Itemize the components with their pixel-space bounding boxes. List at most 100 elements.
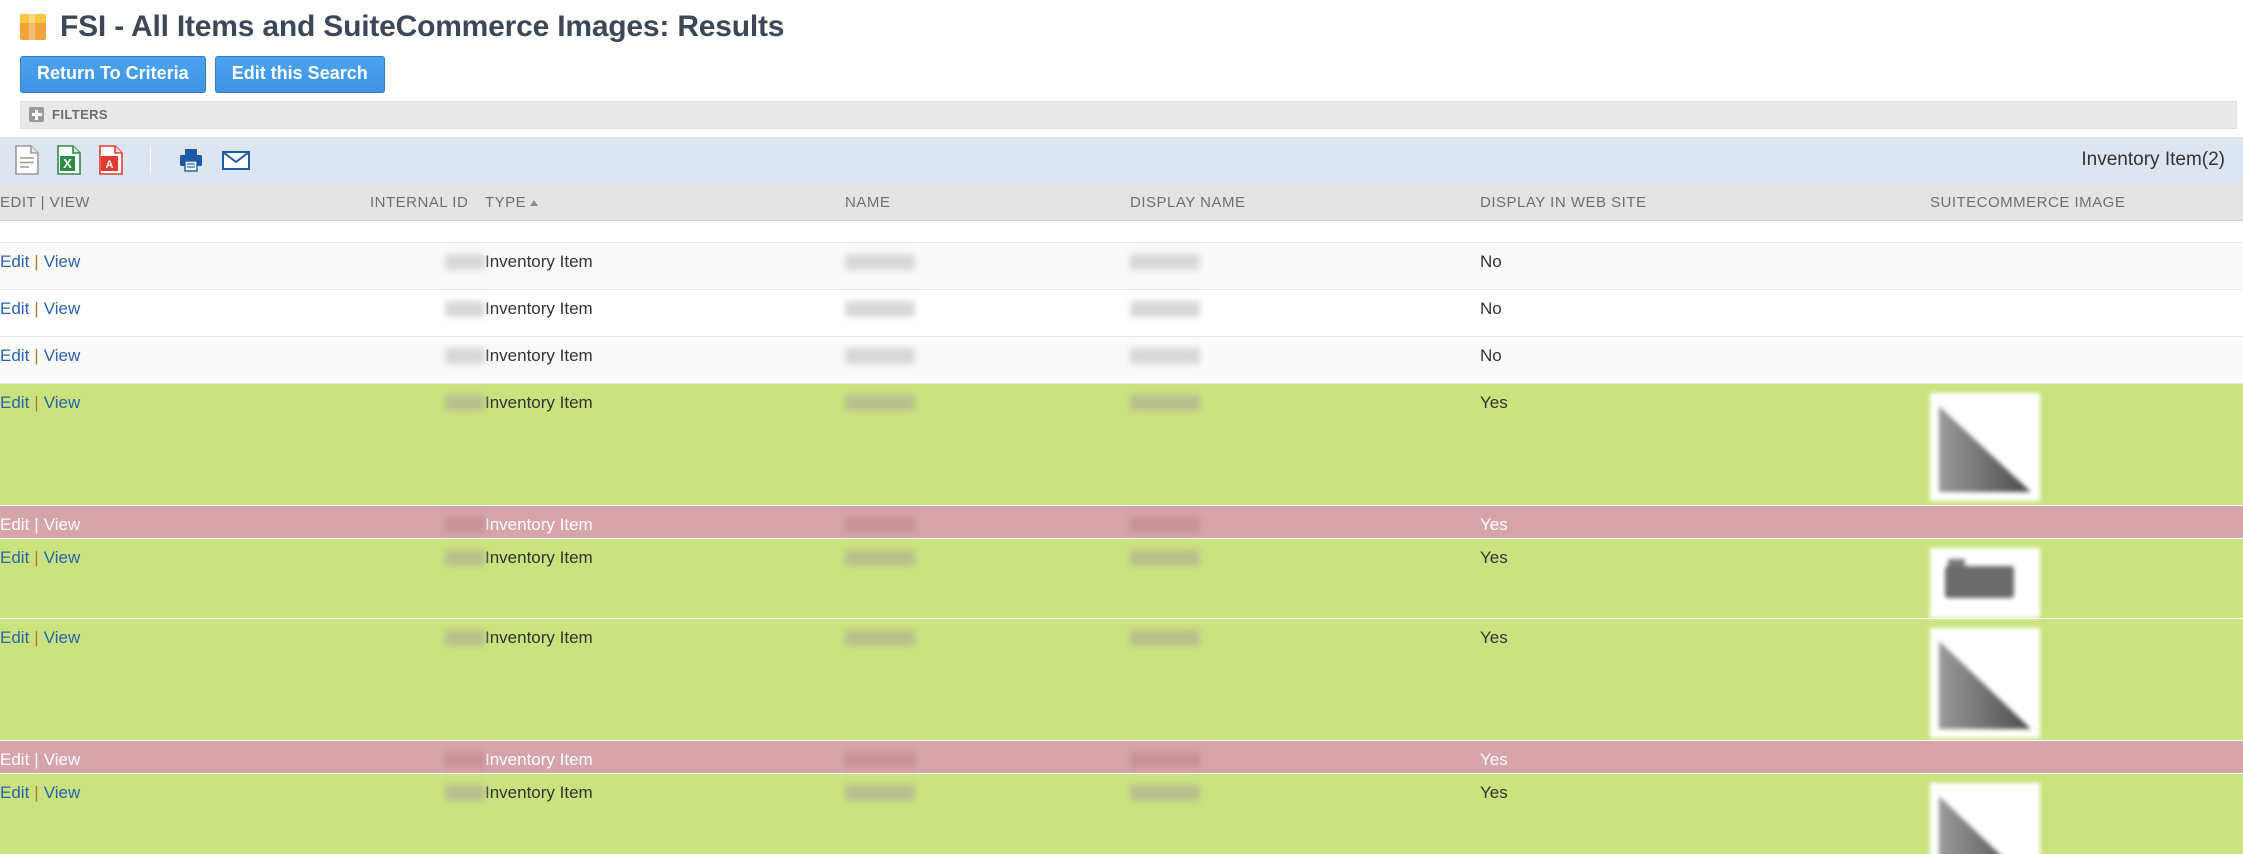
view-link[interactable]: View [44,346,81,365]
edit-link[interactable]: Edit [0,252,29,271]
edit-link[interactable]: Edit [0,628,29,647]
display-name-value-redacted [1130,253,1200,270]
edit-link[interactable]: Edit [0,515,29,534]
table-row[interactable]: Edit | View Inventory Item Yes [0,383,2243,506]
name-value-redacted [845,300,915,317]
pdf-export-icon[interactable]: A [98,145,124,176]
edit-link[interactable]: Edit [0,750,29,769]
column-header-display-in-web-site[interactable]: DISPLAY IN WEB SITE [1480,183,1930,221]
view-link[interactable]: View [44,750,81,769]
link-separator: | [34,782,39,802]
action-button-bar: Return To Criteria Edit this Search [0,50,2243,101]
name-value-redacted [845,394,915,411]
name-cell [845,618,1130,741]
view-link[interactable]: View [44,548,81,567]
name-value-redacted [845,751,915,768]
internal-id-cell [370,618,485,741]
display-name-cell [1130,538,1480,619]
export-toolbar: X A Inventory Item(2) [0,136,2243,184]
edit-link[interactable]: Edit [0,393,29,412]
print-icon[interactable] [177,146,205,174]
suitecommerce-image-cell [1930,773,2243,854]
filters-bar[interactable]: FILTERS [20,100,2237,129]
display-name-value-redacted [1130,549,1200,566]
view-link[interactable]: View [44,393,81,412]
display-name-value-redacted [1130,394,1200,411]
result-count-label: Inventory Item(2) [2081,149,2225,171]
internal-id-value-redacted [445,347,485,364]
edit-link[interactable]: Edit [0,346,29,365]
suitecommerce-thumbnail-image[interactable] [1930,392,2040,501]
display-in-web-site-cell: No [1480,336,1930,384]
display-in-web-site-cell: Yes [1480,773,1930,854]
name-cell [845,505,1130,539]
display-name-cell [1130,289,1480,337]
suitecommerce-thumbnail-image[interactable] [1930,547,2040,618]
table-row[interactable]: Edit | View Inventory Item Yes [0,505,2243,539]
internal-id-cell [370,289,485,337]
display-in-web-site-cell: Yes [1480,505,1930,539]
link-separator: | [34,749,39,769]
table-row[interactable]: Edit | View Inventory Item Yes [0,538,2243,619]
row-actions-cell: Edit | View [0,242,370,290]
plus-square-icon[interactable] [29,107,44,123]
column-header-suitecommerce-image[interactable]: SUITECOMMERCE IMAGE [1930,183,2243,221]
suitecommerce-thumbnail-image[interactable] [1930,782,2040,854]
internal-id-cell [370,383,485,506]
column-header-type[interactable]: TYPE [485,183,845,221]
view-link[interactable]: View [44,515,81,534]
display-in-web-site-cell: Yes [1480,383,1930,506]
table-row[interactable]: Edit | View Inventory Item Yes [0,773,2243,854]
toolbar-divider [150,147,151,174]
return-to-criteria-button[interactable]: Return To Criteria [20,56,206,93]
table-row[interactable]: Edit | View Inventory Item No [0,289,2243,337]
column-header-internal-id[interactable]: INTERNAL ID [370,183,485,221]
view-link[interactable]: View [44,628,81,647]
row-actions-cell: Edit | View [0,289,370,337]
display-in-web-site-cell: Yes [1480,740,1930,774]
table-row[interactable]: Edit | View Inventory Item No [0,242,2243,290]
table-row[interactable]: Edit | View Inventory Item No [0,336,2243,384]
table-row[interactable]: Edit | View Inventory Item Yes [0,740,2243,774]
name-value-redacted [845,253,915,270]
display-name-value-redacted [1130,516,1200,533]
internal-id-cell [370,740,485,774]
excel-export-icon[interactable]: X [56,145,82,176]
results-table: EDIT | VIEW INTERNAL ID TYPE NAME DISPLA… [0,183,2243,854]
type-cell: Inventory Item [485,505,845,539]
display-name-value-redacted [1130,347,1200,364]
internal-id-value-redacted [445,394,485,411]
csv-export-icon[interactable] [14,145,40,176]
edit-this-search-button[interactable]: Edit this Search [214,56,385,93]
edit-link[interactable]: Edit [0,783,29,802]
edit-link[interactable]: Edit [0,548,29,567]
package-icon [20,14,46,40]
partial-row-top [0,220,2243,243]
column-header-display-name[interactable]: DISPLAY NAME [1130,183,1480,221]
view-link[interactable]: View [44,252,81,271]
column-header-type-label: TYPE [485,193,527,211]
name-value-redacted [845,629,915,646]
view-link[interactable]: View [44,299,81,318]
table-row[interactable]: Edit | View Inventory Item Yes [0,618,2243,741]
column-header-name[interactable]: NAME [845,183,1130,221]
display-name-cell [1130,773,1480,854]
link-separator: | [34,547,39,567]
edit-link[interactable]: Edit [0,299,29,318]
display-name-cell [1130,383,1480,506]
view-link[interactable]: View [44,783,81,802]
internal-id-cell [370,505,485,539]
sort-ascending-icon [530,199,539,206]
display-name-cell [1130,618,1480,741]
display-name-cell [1130,740,1480,774]
results-table-header: EDIT | VIEW INTERNAL ID TYPE NAME DISPLA… [0,183,2243,221]
link-separator: | [34,627,39,647]
name-cell [845,336,1130,384]
type-cell: Inventory Item [485,383,845,506]
display-in-web-site-cell: No [1480,242,1930,290]
email-icon[interactable] [221,148,251,172]
internal-id-cell [370,336,485,384]
column-header-edit-view[interactable]: EDIT | VIEW [0,183,370,221]
link-separator: | [34,251,39,271]
suitecommerce-thumbnail-image[interactable] [1930,627,2040,738]
